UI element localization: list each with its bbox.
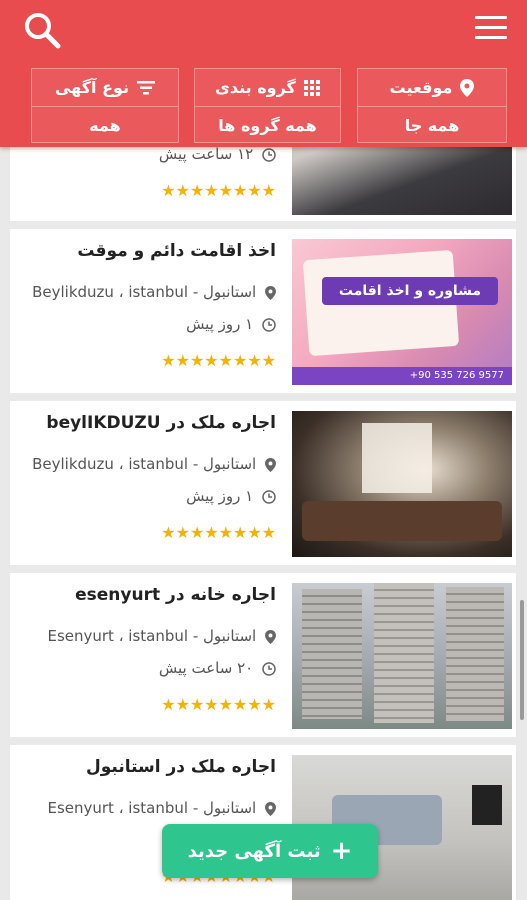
clock-icon: [262, 147, 276, 162]
listing-time: ۲۰ ساعت پیش: [159, 659, 276, 677]
location-pin-icon: [265, 285, 276, 300]
location-pin-icon: [265, 801, 276, 816]
divider: [10, 737, 516, 745]
listing-location: استانبول - Esenyurt ، istanbul: [14, 627, 276, 645]
rating-stars: ★★★★★★★★: [161, 351, 276, 370]
menu-icon-line: [475, 26, 507, 29]
listing-time: ۱۲ ساعت پیش: [159, 147, 276, 163]
location-pin-icon: [460, 78, 475, 97]
listing-title[interactable]: اجاره خانه در esenyurt: [16, 585, 276, 605]
filter-category-label: گروه بندی: [215, 78, 296, 97]
listing-location-text: استانبول - Esenyurt ، istanbul: [47, 627, 257, 645]
listing-time-text: ۱۲ ساعت پیش: [158, 147, 254, 163]
listing-card[interactable]: ۱۲ ساعت پیش ★★★★★★★★: [10, 147, 516, 221]
location-pin-icon: [265, 629, 276, 644]
new-ad-button-label: ثبت آگهی جدید: [187, 840, 321, 862]
app-header: موقعیت همه جا گروه بندی همه گروه ها نوع …: [0, 0, 527, 147]
filter-ad-type-label: نوع آگهی: [54, 78, 130, 97]
listing-time: ۱ روز پیش: [186, 315, 276, 333]
search-icon: [25, 13, 61, 49]
scrollbar[interactable]: [520, 600, 524, 720]
listing-title[interactable]: اجاره ملک در beylIKDUZU: [16, 413, 276, 433]
divider: [10, 221, 516, 229]
listing-image: [292, 583, 512, 729]
listing-image: [292, 411, 512, 557]
listing-location-text: استانبول - Beylikduzu ، istanbul: [32, 455, 257, 473]
plus-icon: +: [330, 836, 353, 866]
listing-title[interactable]: اخذ اقامت دائم و موقت: [16, 241, 276, 261]
filter-category-value: همه گروه ها: [218, 115, 317, 135]
listing-image: [292, 147, 512, 215]
listing-time-text: ۱ روز پیش: [186, 487, 254, 505]
divider: [10, 393, 516, 401]
filter-location[interactable]: موقعیت همه جا: [357, 68, 507, 143]
listing-card[interactable]: اجاره ملک در beylIKDUZU استانبول - Beyli…: [10, 401, 516, 565]
image-phone-strip: +90 535 726 9577: [292, 367, 512, 385]
window-light: [362, 423, 432, 493]
clock-icon: [262, 317, 276, 332]
listing-location: استانبول - Esenyurt ، istanbul: [14, 799, 276, 817]
listing-image: مشاوره و اخذ اقامت +90 535 726 9577: [292, 239, 512, 385]
listing-card[interactable]: اجاره خانه در esenyurt استانبول - Esenyu…: [10, 573, 516, 737]
menu-icon: [475, 16, 507, 19]
listing-location-text: استانبول - Esenyurt ، istanbul: [47, 799, 257, 817]
hamburger-menu-button[interactable]: [475, 16, 507, 42]
listing-feed[interactable]: ۱۲ ساعت پیش ★★★★★★★★ مشاوره و اخذ اقامت …: [10, 147, 516, 900]
menu-icon-line: [475, 36, 507, 39]
search-button[interactable]: [22, 10, 64, 52]
location-pin-icon: [265, 457, 276, 472]
building-shape: [302, 589, 362, 719]
listing-time-text: ۲۰ ساعت پیش: [158, 659, 254, 677]
clock-icon: [262, 661, 276, 676]
listing-time: ۱ روز پیش: [186, 487, 276, 505]
tv-shape: [472, 785, 502, 825]
listing-location-text: استانبول - Beylikduzu ، istanbul: [32, 283, 257, 301]
grid-icon: [303, 79, 320, 96]
filter-location-value: همه جا: [404, 115, 460, 135]
clock-icon: [262, 489, 276, 504]
filter-ad-type-value: همه: [89, 115, 121, 135]
new-ad-button[interactable]: + ثبت آگهی جدید: [162, 824, 378, 878]
listing-location: استانبول - Beylikduzu ، istanbul: [14, 455, 276, 473]
filter-location-label: موقعیت: [389, 78, 453, 97]
divider: [10, 565, 516, 573]
filter-ad-type[interactable]: نوع آگهی همه: [31, 68, 179, 143]
listing-title[interactable]: اجاره ملک در استانبول: [16, 757, 276, 777]
rating-stars: ★★★★★★★★: [161, 181, 276, 200]
filter-lines-icon: [137, 80, 156, 95]
image-ad-banner: مشاوره و اخذ اقامت: [322, 277, 498, 305]
rating-stars: ★★★★★★★★: [161, 695, 276, 714]
listing-card[interactable]: مشاوره و اخذ اقامت +90 535 726 9577 اخذ …: [10, 229, 516, 393]
building-shape: [374, 583, 434, 723]
filter-category[interactable]: گروه بندی همه گروه ها: [194, 68, 341, 143]
listing-time-text: ۱ روز پیش: [186, 315, 254, 333]
listing-location: استانبول - Beylikduzu ، istanbul: [14, 283, 276, 301]
building-shape: [446, 587, 504, 721]
rating-stars: ★★★★★★★★: [161, 523, 276, 542]
sofa-shape: [302, 501, 502, 541]
